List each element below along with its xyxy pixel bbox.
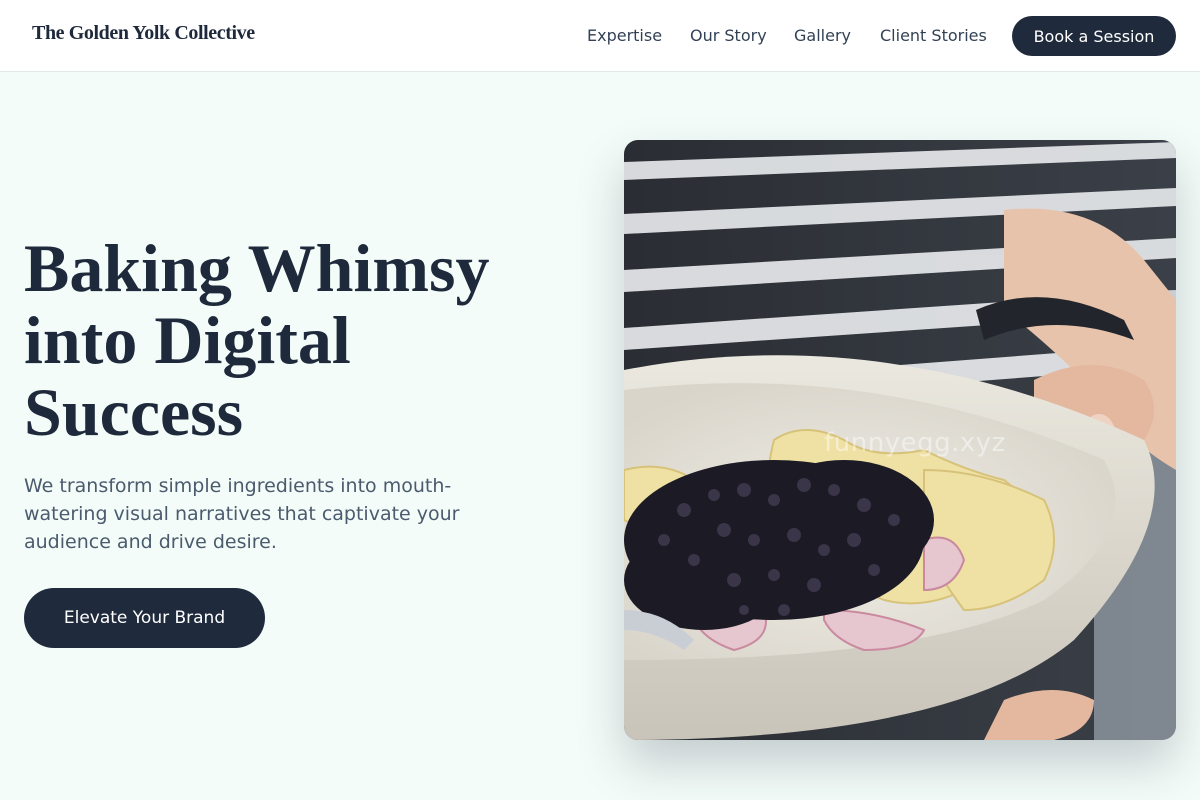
hero-subtext: We transform simple ingredients into mou… (24, 475, 460, 553)
book-session-button[interactable]: Book a Session (1012, 16, 1176, 56)
nav-link-gallery[interactable]: Gallery (794, 26, 851, 45)
hero-headline: Baking Whimsy into Digital Success (24, 232, 564, 448)
nav-link-client-stories[interactable]: Client Stories (880, 26, 987, 45)
hero-headline-line: Baking Whimsy (24, 230, 490, 306)
hero-image: funnyegg.xyz (624, 140, 1176, 740)
hero-headline-line: Success (24, 374, 244, 450)
top-navigation-bar: The Golden Yolk Collective Expertise Our… (0, 0, 1200, 72)
brand-logo[interactable]: The Golden Yolk Collective (32, 22, 255, 45)
nav-link-expertise[interactable]: Expertise (587, 26, 662, 45)
hero-headline-line: into Digital (24, 302, 351, 378)
nav-link-our-story[interactable]: Our Story (690, 26, 767, 45)
image-watermark: funnyegg.xyz (824, 428, 1006, 458)
elevate-brand-button[interactable]: Elevate Your Brand (24, 588, 265, 648)
